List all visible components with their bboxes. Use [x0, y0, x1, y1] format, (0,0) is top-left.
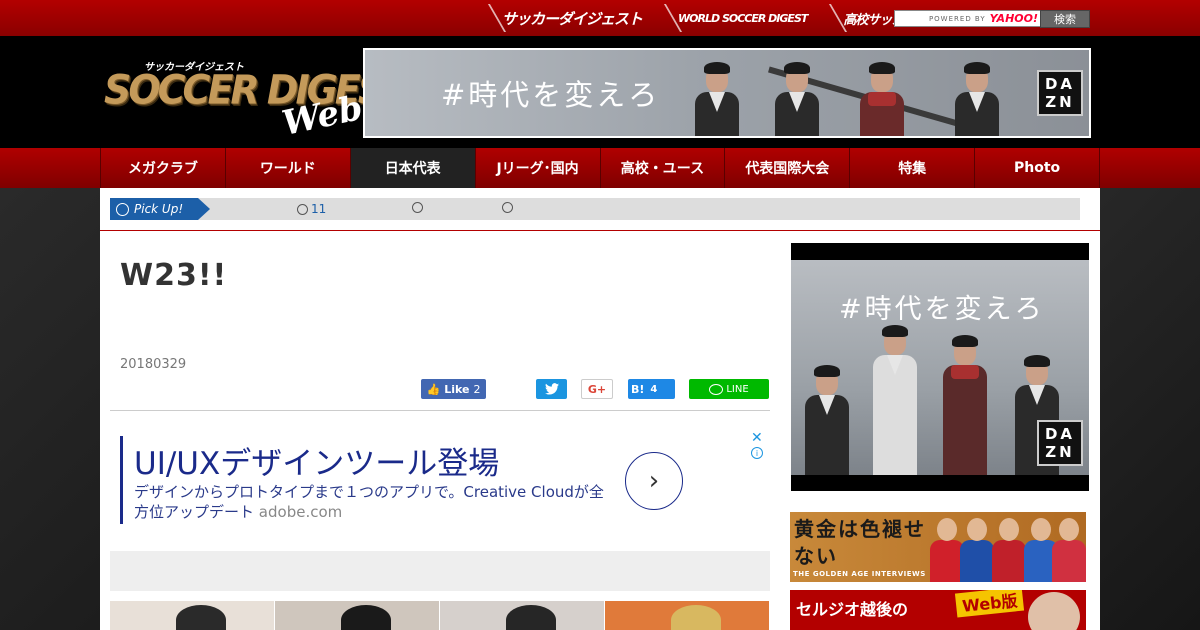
line-icon — [709, 383, 724, 395]
like-count: 2 — [473, 382, 481, 396]
close-icon[interactable]: ✕ — [751, 430, 763, 446]
banner-title: セルジオ越後の — [796, 600, 909, 619]
pickup-label: Pick Up! — [110, 198, 210, 220]
chevron-right-icon[interactable]: › — [625, 452, 683, 510]
related-photo[interactable] — [110, 601, 275, 630]
ad-description: デザインからプロトタイプまで１つのアプリで。Creative Cloudが全方位… — [134, 483, 604, 521]
header-ad-banner[interactable]: #時代を変えろ DA ZN — [363, 48, 1091, 138]
line-share-button[interactable]: LINE — [689, 379, 769, 399]
banner-title: 黄金は色褪せない — [794, 517, 926, 568]
pickup-bar: Pick Up! 11 — [110, 198, 1080, 220]
nav-item-jleague[interactable]: Jリーグ･国内 — [476, 148, 601, 188]
nav-item-world[interactable]: ワールド — [226, 148, 351, 188]
article-date: 20180329 — [120, 357, 187, 372]
golden-age-interviews-banner[interactable]: 黄金は色褪せない THE GOLDEN AGE INTERVIEWS — [790, 512, 1086, 582]
search-input[interactable]: POWERED BY YAHOO! — [894, 10, 1042, 27]
pickup-item[interactable] — [502, 202, 516, 213]
pickup-item[interactable] — [412, 202, 426, 213]
related-photo[interactable] — [605, 601, 770, 630]
search-button[interactable]: 検索 — [1040, 10, 1090, 28]
info-icon[interactable]: i — [751, 447, 763, 459]
ad-accent-bar — [120, 436, 123, 524]
check-circle-icon — [502, 202, 513, 213]
site-logo[interactable]: サッカーダイジェスト SOCCER DIGEST Web — [104, 58, 408, 148]
sidebar-ad-image: #時代を変えろ DA ZN — [791, 260, 1089, 475]
hatena-bookmark-button[interactable]: B! 4 — [628, 379, 675, 399]
banner-photo — [1028, 592, 1080, 630]
ad-placeholder — [110, 551, 770, 591]
related-photo[interactable] — [275, 601, 440, 630]
thumbs-up-icon: 👍 — [426, 382, 441, 396]
google-plus-share-button[interactable]: G+ — [581, 379, 613, 399]
sergio-echigo-banner[interactable]: セルジオ越後の Web版 — [790, 590, 1086, 630]
sidebar-ad-slogan: #時代を変えろ — [839, 294, 1045, 325]
ad-domain: adobe.com — [258, 503, 343, 521]
yahoo-logo: YAHOO! — [989, 12, 1038, 25]
banner-slogan: #時代を変えろ — [441, 78, 661, 112]
check-circle-icon — [116, 202, 129, 216]
divider — [110, 410, 770, 411]
sitelink-world-soccer-digest[interactable]: WORLD SOCCER DIGEST — [656, 0, 821, 36]
related-photo[interactable] — [440, 601, 605, 630]
pickup-item[interactable]: 11 — [297, 202, 326, 216]
nav-item-feature[interactable]: 特集 — [850, 148, 976, 188]
nav-item-mega-club[interactable]: メガクラブ — [101, 148, 226, 188]
nav-item-international[interactable]: 代表国際大会 — [725, 148, 851, 188]
nav-item-highschool-youth[interactable]: 高校・ユース — [601, 148, 726, 188]
article-title: W23!! — [120, 258, 228, 293]
sitelink-soccer-digest[interactable]: サッカーダイジェスト — [480, 0, 656, 36]
banner-subtitle: THE GOLDEN AGE INTERVIEWS — [793, 570, 926, 578]
search-powered-label: POWERED BY — [928, 14, 986, 23]
hatena-icon: B! — [631, 382, 645, 396]
related-photo-strip — [110, 601, 770, 630]
banner-photo — [930, 514, 1086, 582]
dazn-logo: DA ZN — [1037, 420, 1083, 466]
text-ad[interactable]: UI/UXデザインツール登場 デザインからプロトタイプまで１つのアプリで。Cre… — [120, 430, 770, 526]
banner-tag: Web版 — [954, 590, 1025, 618]
ad-title: UI/UXデザインツール登場 — [134, 446, 500, 482]
facebook-like-button[interactable]: 👍 Like 2 — [421, 379, 486, 399]
main-nav: メガクラブ ワールド 日本代表 Jリーグ･国内 高校・ユース 代表国際大会 特集… — [0, 148, 1200, 188]
nav-item-japan-national[interactable]: 日本代表 — [350, 148, 476, 188]
hatena-count: 4 — [650, 383, 658, 395]
sidebar-ad[interactable]: #時代を変えろ DA ZN — [791, 243, 1089, 491]
top-bar: サッカーダイジェスト WORLD SOCCER DIGEST 高校サッカーダイジ… — [0, 0, 1200, 36]
content-panel: Pick Up! 11 W23!! 20180329 👍 Like 2 G+ B… — [100, 188, 1100, 630]
dazn-logo: DA ZN — [1037, 70, 1083, 116]
check-circle-icon — [297, 203, 308, 215]
twitter-bird-icon — [544, 383, 559, 395]
nav-item-photo[interactable]: Photo — [975, 148, 1100, 188]
check-circle-icon — [412, 202, 423, 213]
banner-photo — [675, 54, 1035, 136]
twitter-share-button[interactable] — [536, 379, 567, 399]
divider — [100, 230, 1100, 231]
